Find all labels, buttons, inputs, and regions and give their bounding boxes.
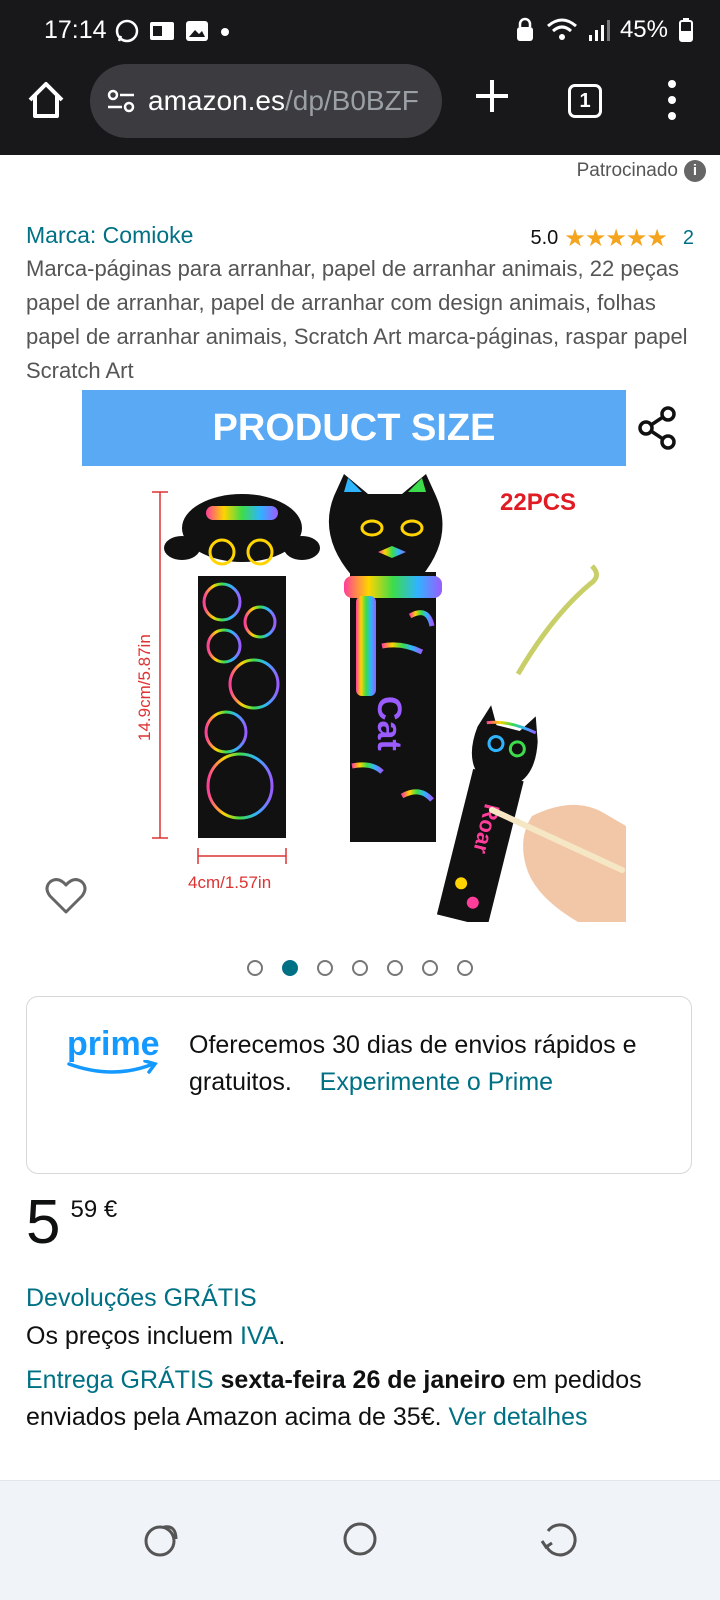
- status-bar: 17:14 45%: [0, 14, 720, 48]
- dot-icon: [221, 28, 229, 36]
- free-delivery-link[interactable]: Entrega GRÁTIS: [26, 1366, 214, 1394]
- brand-link[interactable]: Marca: Comioke: [26, 222, 193, 249]
- prime-logo-text: prime: [67, 1025, 160, 1063]
- iva-link[interactable]: IVA: [240, 1322, 278, 1350]
- image-banner: PRODUCT SIZE: [82, 390, 626, 466]
- rating-count[interactable]: 2: [683, 227, 694, 250]
- carousel-dot[interactable]: [387, 960, 403, 976]
- info-icon[interactable]: i: [684, 160, 706, 182]
- vpn-lock-icon: [516, 17, 533, 41]
- carousel-dot[interactable]: [317, 960, 333, 976]
- carousel-dot[interactable]: [247, 960, 263, 976]
- product-title[interactable]: Marca-páginas para arranhar, papel de ar…: [26, 252, 696, 388]
- delivery-date: sexta-feira 26 de janeiro: [220, 1366, 506, 1394]
- cat-word: Cat: [370, 696, 408, 751]
- price-fraction: 59 €: [70, 1196, 118, 1223]
- delivery-info: Entrega GRÁTIS sexta-feira 26 de janeiro…: [26, 1362, 696, 1436]
- rating-stars-icon: ★★★★★: [564, 225, 668, 252]
- url-text[interactable]: amazon.es/dp/B0BZF: [148, 85, 428, 117]
- url-bar[interactable]: amazon.es/dp/B0BZF: [90, 64, 442, 138]
- prime-promo-box: prime Oferecemos 30 dias de envios rápid…: [26, 996, 692, 1174]
- status-time: 17:14: [44, 16, 107, 44]
- outlook-icon: [150, 22, 174, 40]
- new-tab-plus-icon[interactable]: [472, 76, 512, 116]
- cat-bookmark: Cat: [328, 474, 443, 842]
- product-image[interactable]: PRODUCT SIZE 14.9cm/5.87in 4cm/1.57in Ca…: [82, 390, 626, 922]
- product-price: 5 59 €: [26, 1192, 117, 1254]
- width-label: 4cm/1.57in: [188, 873, 271, 892]
- hand-with-stylus: [489, 804, 626, 922]
- battery-percent: 45%: [619, 16, 668, 43]
- url-domain: amazon.es: [148, 85, 285, 116]
- rating-summary[interactable]: 5.0 ★★★★★ 2: [530, 224, 694, 253]
- carousel-dot[interactable]: [352, 960, 368, 976]
- system-nav-bar: [0, 1480, 720, 1600]
- signal-icon: [588, 20, 610, 41]
- prime-promo-text: Oferecemos 30 dias de envios rápidos e g…: [189, 1027, 659, 1101]
- prime-logo: prime: [67, 1025, 161, 1078]
- site-settings-icon[interactable]: [106, 88, 136, 114]
- url-path: /dp/B0BZF: [284, 85, 419, 116]
- sponsored-text: Patrocinado: [576, 160, 678, 181]
- home-circle-icon[interactable]: [336, 1515, 384, 1563]
- ribbon: [515, 564, 599, 676]
- status-notification-icons: [114, 18, 232, 44]
- wishlist-heart-icon[interactable]: [44, 876, 88, 916]
- price-whole: 5: [26, 1188, 61, 1257]
- try-prime-link[interactable]: Experimente o Prime: [320, 1068, 553, 1096]
- pcs-label: 22PCS: [500, 489, 576, 516]
- browser-toolbar: amazon.es/dp/B0BZF 1: [0, 62, 720, 138]
- tax-note: Os preços incluem IVA.: [26, 1322, 285, 1351]
- whatsapp-icon: [115, 19, 139, 43]
- height-label: 14.9cm/5.87in: [135, 634, 154, 741]
- tax-note-text: Os preços incluem: [26, 1322, 240, 1350]
- image-carousel-dots: [0, 960, 720, 976]
- home-icon[interactable]: [24, 78, 68, 122]
- tax-note-end: .: [278, 1322, 286, 1350]
- tiger-bookmark: Roar: [436, 705, 538, 922]
- carousel-dot[interactable]: [422, 960, 438, 976]
- battery-icon: [679, 18, 693, 42]
- sponsored-label[interactable]: Patrocinado i: [577, 160, 706, 182]
- status-system-icons: 45%: [514, 16, 694, 44]
- carousel-dot[interactable]: [282, 960, 298, 976]
- product-illustration: 14.9cm/5.87in 4cm/1.57in Cat 22PCS Roar: [135, 474, 626, 922]
- overflow-menu-icon[interactable]: [664, 78, 680, 122]
- browser-chrome: 17:14 45% amazon.es/dp/B0BZF 1: [0, 0, 720, 155]
- recents-icon[interactable]: [138, 1515, 186, 1563]
- gallery-icon: [186, 21, 208, 41]
- carousel-dot[interactable]: [457, 960, 473, 976]
- share-icon[interactable]: [628, 398, 688, 458]
- wifi-icon: [546, 18, 577, 40]
- width-dimension: [197, 848, 287, 864]
- free-returns-link[interactable]: Devoluções GRÁTIS: [26, 1284, 257, 1313]
- rating-value: 5.0: [530, 227, 559, 249]
- tab-switcher-button[interactable]: 1: [568, 84, 602, 118]
- back-icon[interactable]: [534, 1515, 582, 1563]
- sheep-bookmark: [164, 494, 320, 838]
- see-details-link[interactable]: Ver detalhes: [449, 1403, 588, 1431]
